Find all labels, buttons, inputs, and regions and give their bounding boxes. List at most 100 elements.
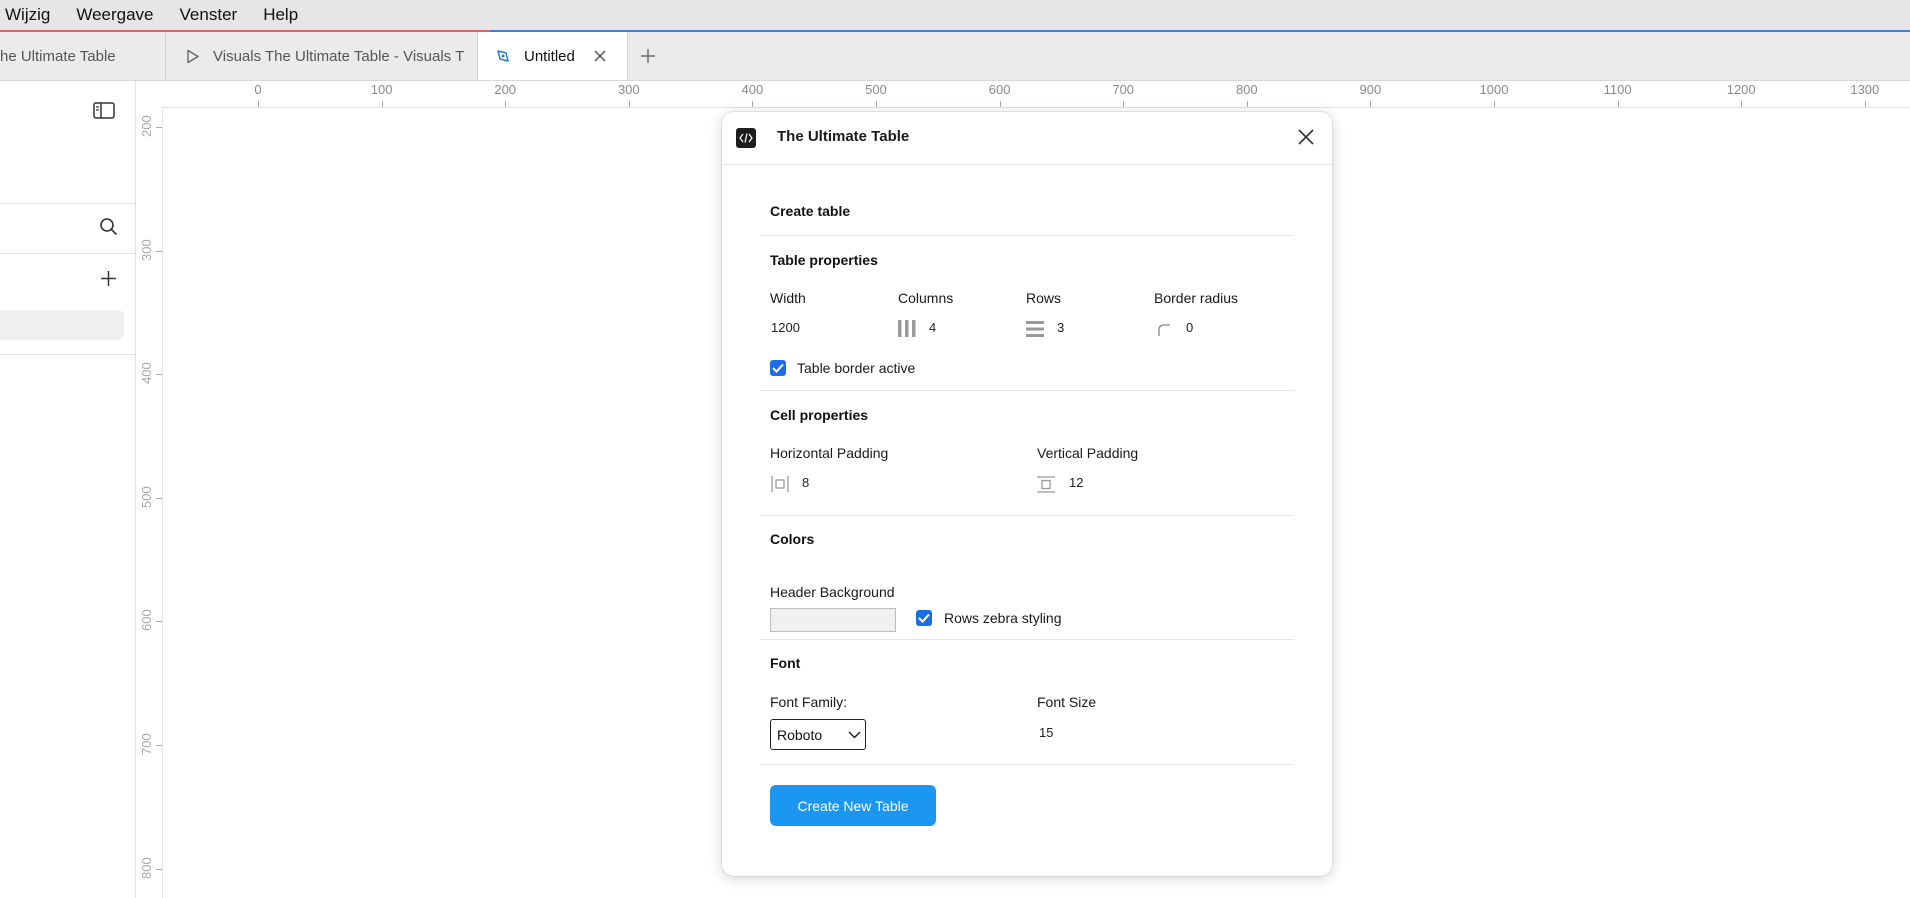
ruler-label: 300 xyxy=(139,238,154,261)
menu-weergave[interactable]: Weergave xyxy=(76,5,153,25)
ruler-tick xyxy=(1246,101,1248,107)
create-table-heading: Create table xyxy=(770,203,851,219)
left-panel xyxy=(0,81,136,898)
panel-divider xyxy=(0,203,135,204)
rows-icon xyxy=(1026,321,1044,342)
tab-untitled[interactable]: Untitled xyxy=(478,32,628,80)
table-border-checkbox[interactable] xyxy=(770,360,786,376)
columns-input[interactable]: 4 xyxy=(929,320,936,335)
search-icon[interactable] xyxy=(99,217,118,241)
close-icon[interactable] xyxy=(1296,127,1316,147)
dialog-title: The Ultimate Table xyxy=(777,128,910,145)
play-icon xyxy=(184,47,202,65)
section-divider xyxy=(760,515,1294,516)
tab-bar: he Ultimate Table Visuals The Ultimate T… xyxy=(0,32,1910,81)
close-icon[interactable] xyxy=(593,49,607,63)
font-family-value: Roboto xyxy=(777,726,823,743)
ruler-tick xyxy=(156,745,162,746)
menu-help[interactable]: Help xyxy=(263,5,298,25)
ruler-tick xyxy=(1741,101,1743,107)
ruler-label: 700 xyxy=(1112,82,1135,97)
list-item-selected[interactable] xyxy=(0,310,124,340)
ruler-label: 500 xyxy=(139,486,154,508)
plus-icon xyxy=(641,49,655,63)
plus-icon[interactable] xyxy=(100,270,117,292)
ruler-label: 400 xyxy=(139,362,154,385)
ruler-label: 200 xyxy=(139,115,154,137)
font-size-label: Font Size xyxy=(1037,694,1097,710)
ruler-label: 200 xyxy=(494,82,517,97)
ruler-label: 400 xyxy=(741,82,764,97)
zebra-checkbox[interactable] xyxy=(916,610,932,626)
ruler-label: 100 xyxy=(370,82,393,97)
header-background-label: Header Background xyxy=(770,584,895,600)
ruler-tick xyxy=(156,127,162,128)
chevron-down-icon xyxy=(848,728,861,744)
plugin-dialog: The Ultimate Table Create table Table pr… xyxy=(722,112,1332,876)
font-family-select[interactable]: Roboto xyxy=(770,719,866,750)
tab-visuals[interactable]: Visuals The Ultimate Table - Visuals T xyxy=(166,32,478,80)
width-input[interactable]: 1200 xyxy=(771,320,800,335)
ruler-label: 1200 xyxy=(1726,82,1756,97)
cell-properties-heading: Cell properties xyxy=(770,407,869,423)
ruler-tick xyxy=(156,250,162,252)
ruler-label: 700 xyxy=(139,733,154,755)
ruler-tick xyxy=(752,101,754,107)
tab-ultimate-table[interactable]: he Ultimate Table xyxy=(0,32,166,80)
vertical-padding-icon xyxy=(1037,476,1055,498)
pen-tool-icon xyxy=(494,47,512,65)
ruler-vertical: 200 300 400 500 600 700 800 xyxy=(136,107,163,898)
create-new-table-button[interactable]: Create New Table xyxy=(770,785,936,826)
ruler-label: 600 xyxy=(139,609,154,632)
font-heading: Font xyxy=(770,655,801,671)
rows-input[interactable]: 3 xyxy=(1057,320,1064,335)
ruler-tick xyxy=(1123,101,1125,107)
panel-divider xyxy=(0,253,135,254)
columns-icon xyxy=(898,320,916,342)
ruler-label: 0 xyxy=(254,82,262,97)
ruler-tick xyxy=(156,621,162,623)
tab-label: Untitled xyxy=(524,47,575,65)
ruler-tick xyxy=(628,101,630,107)
sidebar-toggle-icon[interactable] xyxy=(93,102,115,124)
ruler-label: 600 xyxy=(988,82,1011,97)
panel-divider xyxy=(0,354,135,355)
table-properties-heading: Table properties xyxy=(770,252,878,268)
rows-label: Rows xyxy=(1026,290,1062,306)
ruler-label: 500 xyxy=(865,82,887,97)
tab-label: Visuals The Ultimate Table - Visuals T xyxy=(213,47,465,65)
vertical-padding-input[interactable]: 12 xyxy=(1069,475,1083,490)
ruler-label: 1300 xyxy=(1850,82,1880,97)
colors-heading: Colors xyxy=(770,531,815,547)
new-tab-button[interactable] xyxy=(640,32,656,80)
ruler-label: 300 xyxy=(617,82,640,97)
section-divider xyxy=(760,639,1294,640)
ruler-tick xyxy=(258,101,259,107)
ruler-tick xyxy=(1617,101,1619,107)
ruler-label: 1100 xyxy=(1603,82,1632,97)
border-radius-input[interactable]: 0 xyxy=(1186,320,1193,335)
ruler-horizontal: 0 100 200 300 400 500 600 700 800 900 1000 1100 1200… xyxy=(162,81,1910,108)
ruler-tick xyxy=(156,868,162,870)
tab-label: he Ultimate Table xyxy=(0,47,116,65)
menu-wijzig[interactable]: Wijzig xyxy=(5,5,50,25)
horizontal-padding-label: Horizontal Padding xyxy=(770,445,889,461)
ruler-label: 1000 xyxy=(1479,82,1509,97)
menu-venster[interactable]: Venster xyxy=(180,5,238,25)
border-radius-label: Border radius xyxy=(1154,290,1239,306)
columns-label: Columns xyxy=(898,290,954,306)
header-background-color-input[interactable] xyxy=(770,608,896,632)
font-size-input[interactable]: 15 xyxy=(1039,725,1053,740)
menu-bar: Wijzig Weergave Venster Help xyxy=(0,0,1910,32)
section-divider xyxy=(760,235,1294,236)
ruler-tick xyxy=(381,101,383,107)
horizontal-padding-input[interactable]: 8 xyxy=(802,475,809,490)
corner-radius-icon xyxy=(1158,323,1170,341)
zebra-label: Rows zebra styling xyxy=(944,610,1062,626)
code-icon xyxy=(736,128,756,148)
ruler-tick xyxy=(999,101,1001,107)
dialog-header: The Ultimate Table xyxy=(722,112,1332,165)
ruler-tick xyxy=(876,101,877,107)
section-divider xyxy=(760,390,1294,391)
ruler-tick xyxy=(156,374,162,376)
